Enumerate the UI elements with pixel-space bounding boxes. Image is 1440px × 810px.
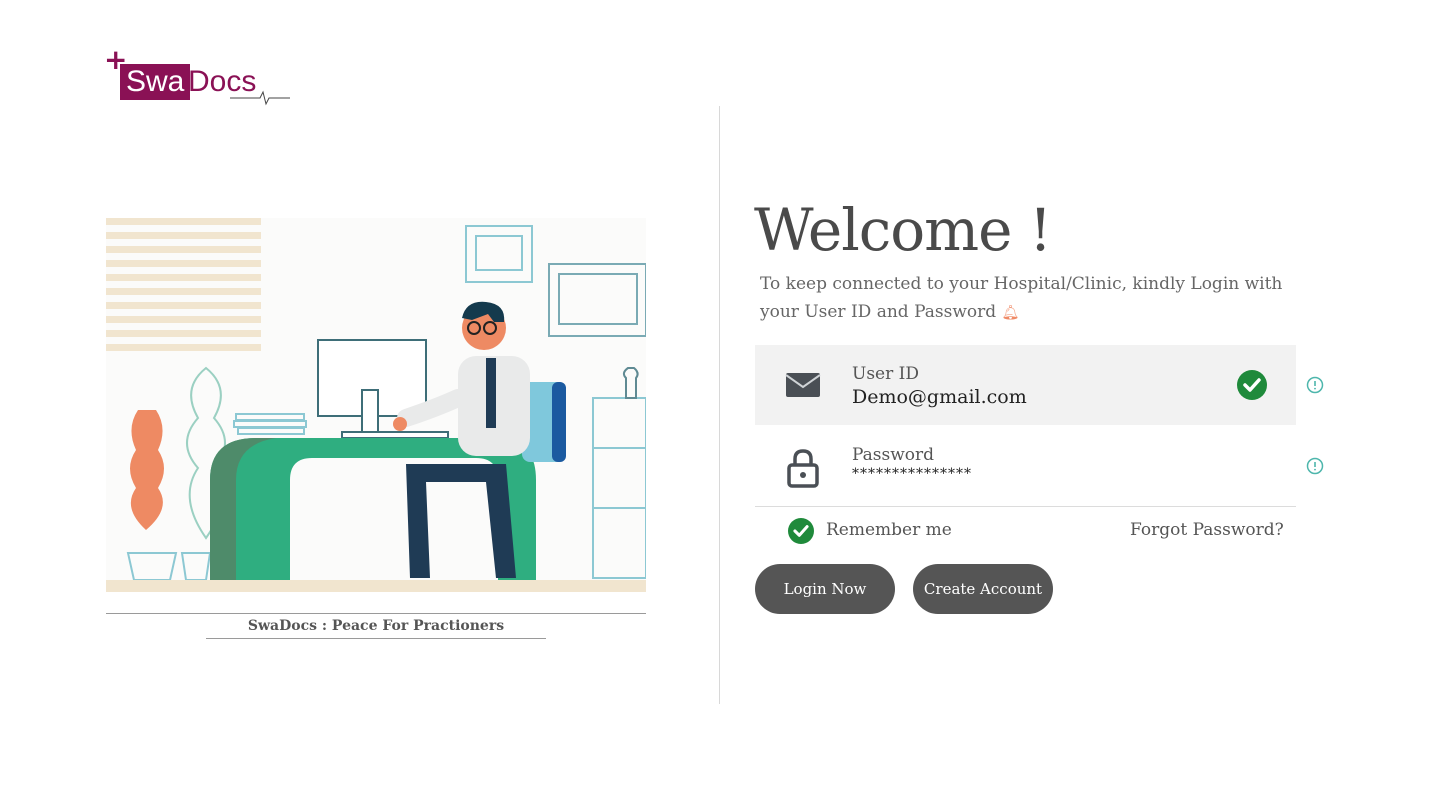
user-id-field[interactable]: User ID bbox=[755, 345, 1296, 425]
vertical-divider bbox=[719, 106, 720, 704]
create-account-button[interactable]: Create Account bbox=[913, 564, 1053, 614]
swadocs-logo: + Swa Docs bbox=[104, 46, 290, 112]
envelope-icon bbox=[785, 367, 821, 407]
login-subtitle: To keep connected to your Hospital/Clini… bbox=[760, 270, 1320, 327]
user-id-info-icon[interactable] bbox=[1306, 376, 1324, 398]
remember-me-checkbox[interactable] bbox=[788, 518, 814, 548]
welcome-heading: Welcome ! bbox=[754, 196, 1052, 264]
user-id-label: User ID bbox=[852, 364, 919, 384]
doctor-illustration bbox=[106, 218, 646, 592]
heartbeat-icon bbox=[230, 90, 290, 106]
password-label: Password bbox=[852, 445, 935, 465]
login-now-button[interactable]: Login Now bbox=[755, 564, 895, 614]
illustration-caption: SwaDocs : Peace For Practioners bbox=[206, 618, 546, 639]
bell-icon: 🔔︎ bbox=[1001, 305, 1020, 321]
remember-me-label[interactable]: Remember me bbox=[826, 520, 952, 540]
illustration-divider bbox=[106, 613, 646, 614]
password-info-icon[interactable] bbox=[1306, 457, 1324, 479]
password-input[interactable] bbox=[852, 466, 1212, 482]
subtitle-text: To keep connected to your Hospital/Clini… bbox=[760, 274, 1283, 322]
forgot-password-link[interactable]: Forgot Password? bbox=[1130, 520, 1284, 540]
check-circle-icon bbox=[1237, 370, 1267, 404]
logo-swa: Swa bbox=[120, 64, 191, 100]
lock-icon bbox=[785, 448, 821, 492]
password-field[interactable]: Password bbox=[755, 426, 1296, 507]
user-id-input[interactable] bbox=[852, 386, 1212, 408]
